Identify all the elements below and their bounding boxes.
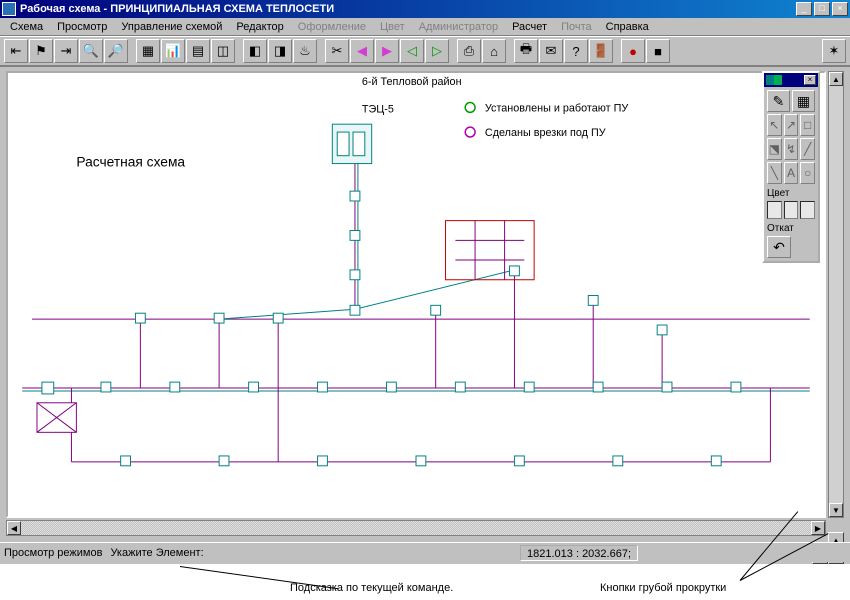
- scroll-left[interactable]: ◀: [7, 521, 21, 535]
- canvas-header: 6-й Тепловой район: [362, 76, 462, 88]
- toolbar-print[interactable]: 🖶: [514, 39, 538, 63]
- palette-tool-0[interactable]: ↖: [767, 114, 782, 136]
- toolbar-zoom-in[interactable]: 🔍: [79, 39, 103, 63]
- palette-tool-5[interactable]: ╱: [800, 138, 815, 160]
- toolbar-edit2[interactable]: ◨: [268, 39, 292, 63]
- toolbar-record[interactable]: ●: [621, 39, 645, 63]
- status-coords: 1821.013 : 2032.667;: [520, 545, 638, 561]
- toolbar-map[interactable]: ✶: [822, 39, 846, 63]
- toolbar-fire[interactable]: ♨: [293, 39, 317, 63]
- palette-btn-grid[interactable]: ▦: [792, 90, 815, 112]
- palette-color-label: Цвет: [767, 188, 815, 199]
- menu-Почта: Почта: [555, 20, 598, 34]
- toolbar-mail[interactable]: ✉: [539, 39, 563, 63]
- legend-1: Сделаны врезки под ПУ: [485, 127, 606, 139]
- palette-title[interactable]: ×: [764, 73, 818, 87]
- annotations: Подсказка по текущей команде. Кнопки гру…: [0, 564, 850, 600]
- toolbar-tool-b[interactable]: ⌂: [482, 39, 506, 63]
- toolbar-layers[interactable]: ◫: [211, 39, 235, 63]
- annot-hint: Подсказка по текущей команде.: [290, 582, 453, 594]
- menu-bar: СхемаПросмотрУправление схемойРедакторОф…: [0, 18, 850, 36]
- toolbar-fwd-pink[interactable]: ▶: [375, 39, 399, 63]
- menu-Схема[interactable]: Схема: [4, 20, 49, 34]
- palette-undo-label: Откат: [767, 223, 815, 234]
- workspace: 6-й Тепловой район ТЭЦ-5 Установлены и р…: [0, 66, 850, 540]
- window-title: Рабочая схема - ПРИНЦИПИАЛЬНАЯ СХЕМА ТЕП…: [20, 3, 794, 15]
- menu-Цвет: Цвет: [374, 20, 411, 34]
- color-swatch[interactable]: [767, 201, 782, 219]
- palette-close[interactable]: ×: [804, 75, 816, 85]
- toolbar-flag[interactable]: ⚑: [29, 39, 53, 63]
- title-bar: Рабочая схема - ПРИНЦИПИАЛЬНАЯ СХЕМА ТЕП…: [0, 0, 850, 18]
- canvas-caption: Расчетная схема: [76, 155, 185, 170]
- toolbar-back-green[interactable]: ◁: [400, 39, 424, 63]
- menu-Расчет[interactable]: Расчет: [506, 20, 553, 34]
- scroll-up[interactable]: ▲: [829, 72, 843, 86]
- maximize-button[interactable]: □: [814, 2, 830, 16]
- palette-tool-3[interactable]: ⬔: [767, 138, 782, 160]
- horizontal-scrollbar[interactable]: ◀ ▶: [6, 520, 826, 536]
- close-button[interactable]: ×: [832, 2, 848, 16]
- toolbar-stop[interactable]: ■: [646, 39, 670, 63]
- menu-Оформление: Оформление: [292, 20, 372, 34]
- toolbar-tool-a[interactable]: ⎙: [457, 39, 481, 63]
- station-label: ТЭЦ-5: [362, 103, 394, 115]
- undo-button[interactable]: ↶: [767, 236, 791, 258]
- toolbar-arrow-next[interactable]: ⇥: [54, 39, 78, 63]
- minimize-button[interactable]: _: [796, 2, 812, 16]
- toolbar-table[interactable]: ▤: [186, 39, 210, 63]
- toolbar-cut[interactable]: ✂: [325, 39, 349, 63]
- toolbar-edit1[interactable]: ◧: [243, 39, 267, 63]
- palette-tool-7[interactable]: A: [784, 162, 799, 184]
- palette-tool-2[interactable]: □: [800, 114, 815, 136]
- toolbar-help[interactable]: ?: [564, 39, 588, 63]
- toolbar-back-pink[interactable]: ◀: [350, 39, 374, 63]
- toolbar-exit[interactable]: 🚪: [589, 39, 613, 63]
- tool-palette[interactable]: × ✎ ▦ ↖↗□ ⬔↯╱ ╲A○ Цвет Откат ↶: [762, 71, 820, 263]
- canvas[interactable]: 6-й Тепловой район ТЭЦ-5 Установлены и р…: [6, 71, 826, 518]
- scroll-down[interactable]: ▼: [829, 503, 843, 517]
- status-bar: Просмотр режимов Укажите Элемент: 1821.0…: [0, 542, 850, 562]
- menu-Администратор: Администратор: [413, 20, 504, 34]
- app-icon: [2, 2, 16, 16]
- palette-tool-8[interactable]: ○: [800, 162, 815, 184]
- toolbar-fwd-green[interactable]: ▷: [425, 39, 449, 63]
- palette-tool-1[interactable]: ↗: [784, 114, 799, 136]
- vertical-scrollbar[interactable]: ▲ ▼: [828, 71, 844, 518]
- palette-btn-edit[interactable]: ✎: [767, 90, 790, 112]
- toolbar-grid[interactable]: ▦: [136, 39, 160, 63]
- toolbar-chart[interactable]: 📊: [161, 39, 185, 63]
- color-swatch[interactable]: [800, 201, 815, 219]
- status-mode: Просмотр режимов: [4, 547, 102, 559]
- annot-coarse: Кнопки грубой прокрутки: [600, 582, 726, 594]
- palette-tool-4[interactable]: ↯: [784, 138, 799, 160]
- status-hint: Укажите Элемент:: [110, 547, 203, 559]
- palette-tool-6[interactable]: ╲: [767, 162, 782, 184]
- toolbar-arrow-prev[interactable]: ⇤: [4, 39, 28, 63]
- menu-Справка[interactable]: Справка: [600, 20, 655, 34]
- schematic-svg: 6-й Тепловой район ТЭЦ-5 Установлены и р…: [8, 73, 824, 516]
- toolbar: ⇤⚑⇥🔍🔎 ▦📊▤◫ ◧◨♨ ✂◀▶◁▷ ⎙⌂ 🖶✉?🚪 ●■ ✶: [0, 36, 850, 66]
- toolbar-zoom-out[interactable]: 🔎: [104, 39, 128, 63]
- color-swatch[interactable]: [784, 201, 799, 219]
- legend-0: Установлены и работают ПУ: [485, 102, 628, 114]
- menu-Редактор[interactable]: Редактор: [230, 20, 289, 34]
- menu-Просмотр[interactable]: Просмотр: [51, 20, 113, 34]
- nodes: [42, 191, 741, 466]
- menu-Управление схемой[interactable]: Управление схемой: [115, 20, 228, 34]
